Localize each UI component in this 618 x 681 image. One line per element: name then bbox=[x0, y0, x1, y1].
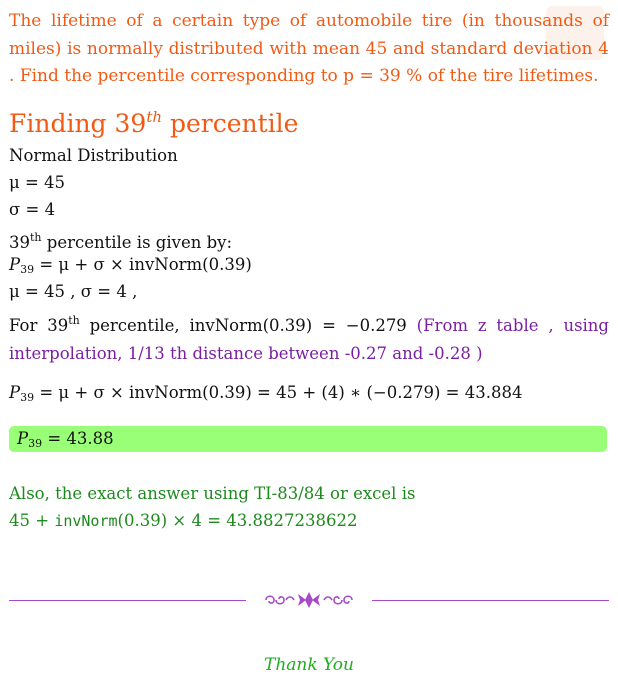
answer-subscript: 39 bbox=[28, 437, 43, 450]
params-line: μ = 45 , σ = 4 , bbox=[9, 282, 138, 301]
answer-value: = 43.88 bbox=[42, 429, 114, 448]
formula-rest: = μ + σ × invNorm(0.39) bbox=[34, 255, 252, 274]
percentile-given-line: 39th percentile is given by: bbox=[9, 226, 232, 255]
calc-rest: = μ + σ × invNorm(0.39) = 45 + (4) ∗ (−0… bbox=[34, 383, 523, 402]
flourish-ornament-icon bbox=[265, 592, 353, 608]
problem-statement: The lifetime of a certain type of automo… bbox=[9, 11, 609, 86]
final-answer-box: P39 = 43.88 bbox=[9, 426, 607, 452]
for-superscript: th bbox=[68, 314, 80, 327]
given-superscript: th bbox=[30, 231, 42, 244]
thank-you-text: Thank You bbox=[263, 655, 354, 675]
exact-answer-intro: Also, the exact answer using TI-83/84 or… bbox=[9, 484, 416, 503]
exact-pre: 45 + bbox=[9, 511, 55, 530]
z-value-paragraph: For 39th percentile, invNorm(0.39) = −0.… bbox=[9, 307, 609, 368]
formula-subscript: 39 bbox=[20, 263, 35, 276]
section-heading: Finding 39th percentile bbox=[9, 100, 298, 141]
for-rest: percentile, invNorm(0.39) = −0.279 bbox=[79, 316, 417, 335]
given-text: percentile is given by: bbox=[41, 233, 233, 252]
calc-subscript: 39 bbox=[20, 391, 35, 404]
calc-p: P bbox=[9, 383, 21, 402]
heading-superscript: th bbox=[146, 108, 163, 126]
distribution-label: Normal Distribution bbox=[9, 146, 178, 165]
divider-left bbox=[9, 600, 246, 601]
calculation-line: P39 = μ + σ × invNorm(0.39) = 45 + (4) ∗… bbox=[9, 381, 522, 410]
sd-line: σ = 4 bbox=[9, 200, 56, 219]
mean-line: μ = 45 bbox=[9, 173, 66, 192]
heading-suffix: percentile bbox=[162, 109, 299, 138]
formula-line: P39 = μ + σ × invNorm(0.39) bbox=[9, 253, 252, 282]
exact-post: (0.39) × 4 = 43.8827238622 bbox=[117, 511, 358, 530]
given-number: 39 bbox=[9, 233, 30, 252]
for-text: For 39 bbox=[9, 316, 69, 335]
answer-p: P bbox=[17, 429, 29, 448]
divider-right bbox=[372, 600, 609, 601]
heading-prefix: Finding 39 bbox=[9, 109, 147, 138]
formula-p: P bbox=[9, 255, 21, 274]
exact-code: invNorm bbox=[54, 512, 118, 530]
exact-answer-line: 45 + invNorm(0.39) × 4 = 43.8827238622 bbox=[9, 509, 358, 533]
